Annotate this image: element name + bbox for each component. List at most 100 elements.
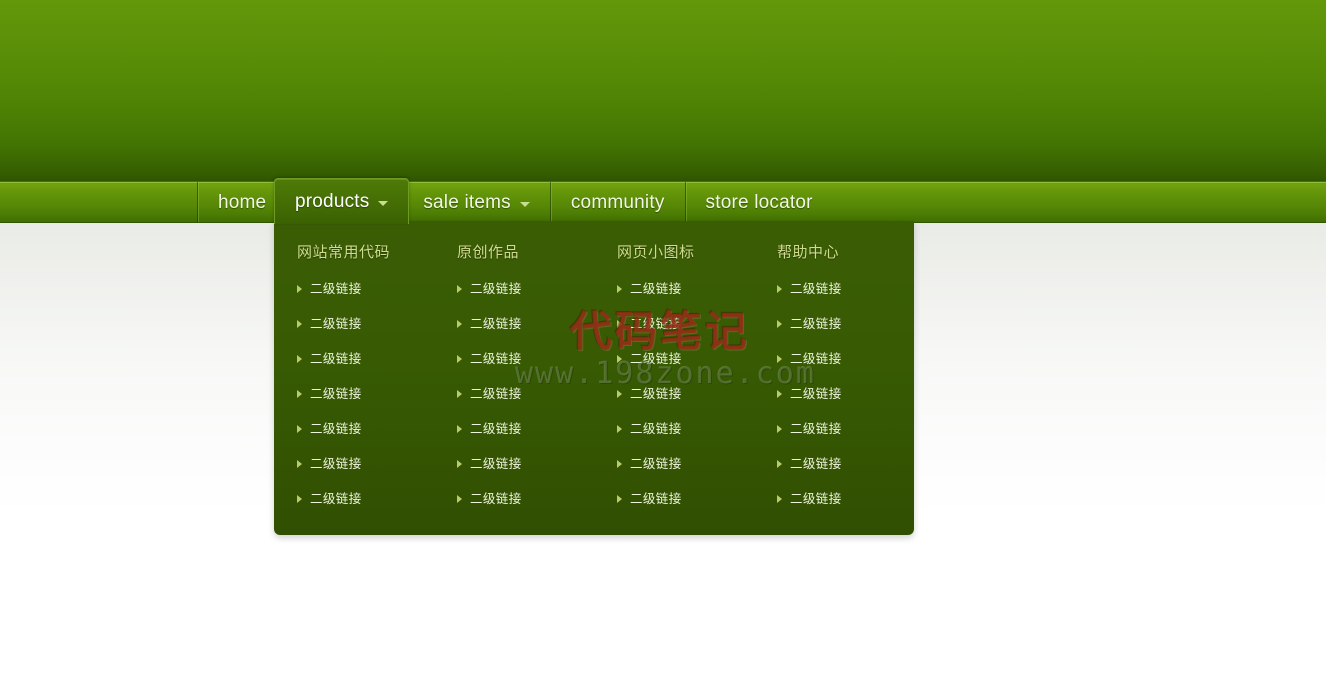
- dropdown-link[interactable]: 二级链接: [297, 488, 434, 510]
- arrow-right-icon: [777, 320, 782, 328]
- dropdown-link-label: 二级链接: [630, 492, 682, 506]
- dropdown-link[interactable]: 二级链接: [297, 348, 434, 370]
- dropdown-link[interactable]: 二级链接: [457, 313, 594, 335]
- dropdown-link[interactable]: 二级链接: [297, 453, 434, 475]
- nav-item-label: sale items: [423, 191, 511, 213]
- dropdown-column: 网站常用代码 二级链接 二级链接 二级链接 二级链接 二级链接 二级链接 二级链…: [297, 221, 434, 535]
- arrow-right-icon: [617, 495, 622, 503]
- arrow-right-icon: [777, 495, 782, 503]
- arrow-right-icon: [457, 285, 462, 293]
- dropdown-link[interactable]: 二级链接: [777, 348, 914, 370]
- dropdown-link-label: 二级链接: [630, 352, 682, 366]
- dropdown-column-title: 原创作品: [457, 244, 520, 261]
- dropdown-link[interactable]: 二级链接: [297, 278, 434, 300]
- dropdown-link[interactable]: 二级链接: [297, 418, 434, 440]
- dropdown-link[interactable]: 二级链接: [457, 348, 594, 370]
- dropdown-link[interactable]: 二级链接: [617, 348, 754, 370]
- dropdown-link-label: 二级链接: [630, 387, 682, 401]
- arrow-right-icon: [297, 495, 302, 503]
- arrow-right-icon: [777, 355, 782, 363]
- chevron-down-icon: [519, 202, 530, 207]
- dropdown-link[interactable]: 二级链接: [777, 418, 914, 440]
- dropdown-link[interactable]: 二级链接: [457, 383, 594, 405]
- dropdown-link[interactable]: 二级链接: [297, 313, 434, 335]
- main-navigation-bar: home sale items community store locator …: [0, 178, 1326, 224]
- dropdown-link-label: 二级链接: [630, 317, 682, 331]
- arrow-right-icon: [297, 460, 302, 468]
- dropdown-link-label: 二级链接: [310, 422, 362, 436]
- nav-item-sale-items[interactable]: sale items: [402, 182, 550, 223]
- dropdown-link-label: 二级链接: [470, 492, 522, 506]
- dropdown-link-label: 二级链接: [470, 422, 522, 436]
- dropdown-column-title: 帮助中心: [777, 244, 840, 261]
- dropdown-link-label: 二级链接: [310, 457, 362, 471]
- chevron-down-icon: [378, 201, 389, 206]
- dropdown-link[interactable]: 二级链接: [617, 313, 754, 335]
- products-dropdown-panel: 网站常用代码 二级链接 二级链接 二级链接 二级链接 二级链接 二级链接 二级链…: [274, 221, 914, 535]
- dropdown-link-label: 二级链接: [310, 352, 362, 366]
- dropdown-link[interactable]: 二级链接: [617, 418, 754, 440]
- nav-item-home[interactable]: home: [197, 182, 286, 223]
- nav-item-label: community: [570, 191, 665, 213]
- nav-item-products[interactable]: products: [274, 178, 410, 224]
- dropdown-link-label: 二级链接: [790, 492, 842, 506]
- dropdown-link[interactable]: 二级链接: [617, 453, 754, 475]
- dropdown-link-label: 二级链接: [630, 457, 682, 471]
- arrow-right-icon: [297, 425, 302, 433]
- dropdown-link[interactable]: 二级链接: [617, 383, 754, 405]
- dropdown-column-title: 网页小图标: [617, 244, 695, 261]
- dropdown-link[interactable]: 二级链接: [617, 278, 754, 300]
- dropdown-link[interactable]: 二级链接: [777, 313, 914, 335]
- dropdown-link[interactable]: 二级链接: [777, 488, 914, 510]
- page-root: home sale items community store locator …: [0, 0, 1326, 693]
- dropdown-column: 原创作品 二级链接 二级链接 二级链接 二级链接 二级链接 二级链接 二级链接: [457, 221, 594, 535]
- nav-item-label: home: [218, 191, 267, 213]
- arrow-right-icon: [617, 460, 622, 468]
- dropdown-link-label: 二级链接: [310, 492, 362, 506]
- dropdown-link-label: 二级链接: [790, 387, 842, 401]
- arrow-right-icon: [297, 320, 302, 328]
- nav-list: home sale items community store locator …: [197, 178, 833, 224]
- dropdown-link-label: 二级链接: [630, 282, 682, 296]
- dropdown-link-label: 二级链接: [790, 352, 842, 366]
- dropdown-link-list: 二级链接 二级链接 二级链接 二级链接 二级链接 二级链接 二级链接: [617, 278, 754, 510]
- arrow-right-icon: [777, 285, 782, 293]
- arrow-right-icon: [617, 355, 622, 363]
- arrow-right-icon: [457, 390, 462, 398]
- dropdown-link-label: 二级链接: [470, 282, 522, 296]
- dropdown-link[interactable]: 二级链接: [457, 488, 594, 510]
- dropdown-columns: 网站常用代码 二级链接 二级链接 二级链接 二级链接 二级链接 二级链接 二级链…: [274, 221, 914, 535]
- dropdown-link-label: 二级链接: [470, 457, 522, 471]
- arrow-right-icon: [457, 320, 462, 328]
- nav-item-community[interactable]: community: [549, 182, 685, 223]
- dropdown-link-label: 二级链接: [310, 317, 362, 331]
- dropdown-link[interactable]: 二级链接: [617, 488, 754, 510]
- arrow-right-icon: [297, 355, 302, 363]
- header-banner: [0, 0, 1326, 181]
- arrow-right-icon: [617, 390, 622, 398]
- nav-item-label: store locator: [705, 191, 813, 213]
- dropdown-link-label: 二级链接: [310, 282, 362, 296]
- arrow-right-icon: [457, 425, 462, 433]
- dropdown-link-label: 二级链接: [470, 387, 522, 401]
- dropdown-link-label: 二级链接: [630, 422, 682, 436]
- arrow-right-icon: [777, 460, 782, 468]
- nav-item-store-locator[interactable]: store locator: [684, 182, 833, 223]
- dropdown-link-list: 二级链接 二级链接 二级链接 二级链接 二级链接 二级链接 二级链接: [297, 278, 434, 510]
- dropdown-link[interactable]: 二级链接: [457, 278, 594, 300]
- arrow-right-icon: [297, 390, 302, 398]
- dropdown-link-label: 二级链接: [790, 282, 842, 296]
- dropdown-link[interactable]: 二级链接: [777, 383, 914, 405]
- dropdown-link-label: 二级链接: [790, 317, 842, 331]
- arrow-right-icon: [617, 320, 622, 328]
- dropdown-link[interactable]: 二级链接: [777, 453, 914, 475]
- arrow-right-icon: [777, 390, 782, 398]
- dropdown-link[interactable]: 二级链接: [457, 418, 594, 440]
- arrow-right-icon: [457, 355, 462, 363]
- dropdown-link-list: 二级链接 二级链接 二级链接 二级链接 二级链接 二级链接 二级链接: [457, 278, 594, 510]
- dropdown-link[interactable]: 二级链接: [297, 383, 434, 405]
- dropdown-link[interactable]: 二级链接: [777, 278, 914, 300]
- dropdown-column: 网页小图标 二级链接 二级链接 二级链接 二级链接 二级链接 二级链接 二级链接: [617, 221, 754, 535]
- arrow-right-icon: [617, 425, 622, 433]
- dropdown-link[interactable]: 二级链接: [457, 453, 594, 475]
